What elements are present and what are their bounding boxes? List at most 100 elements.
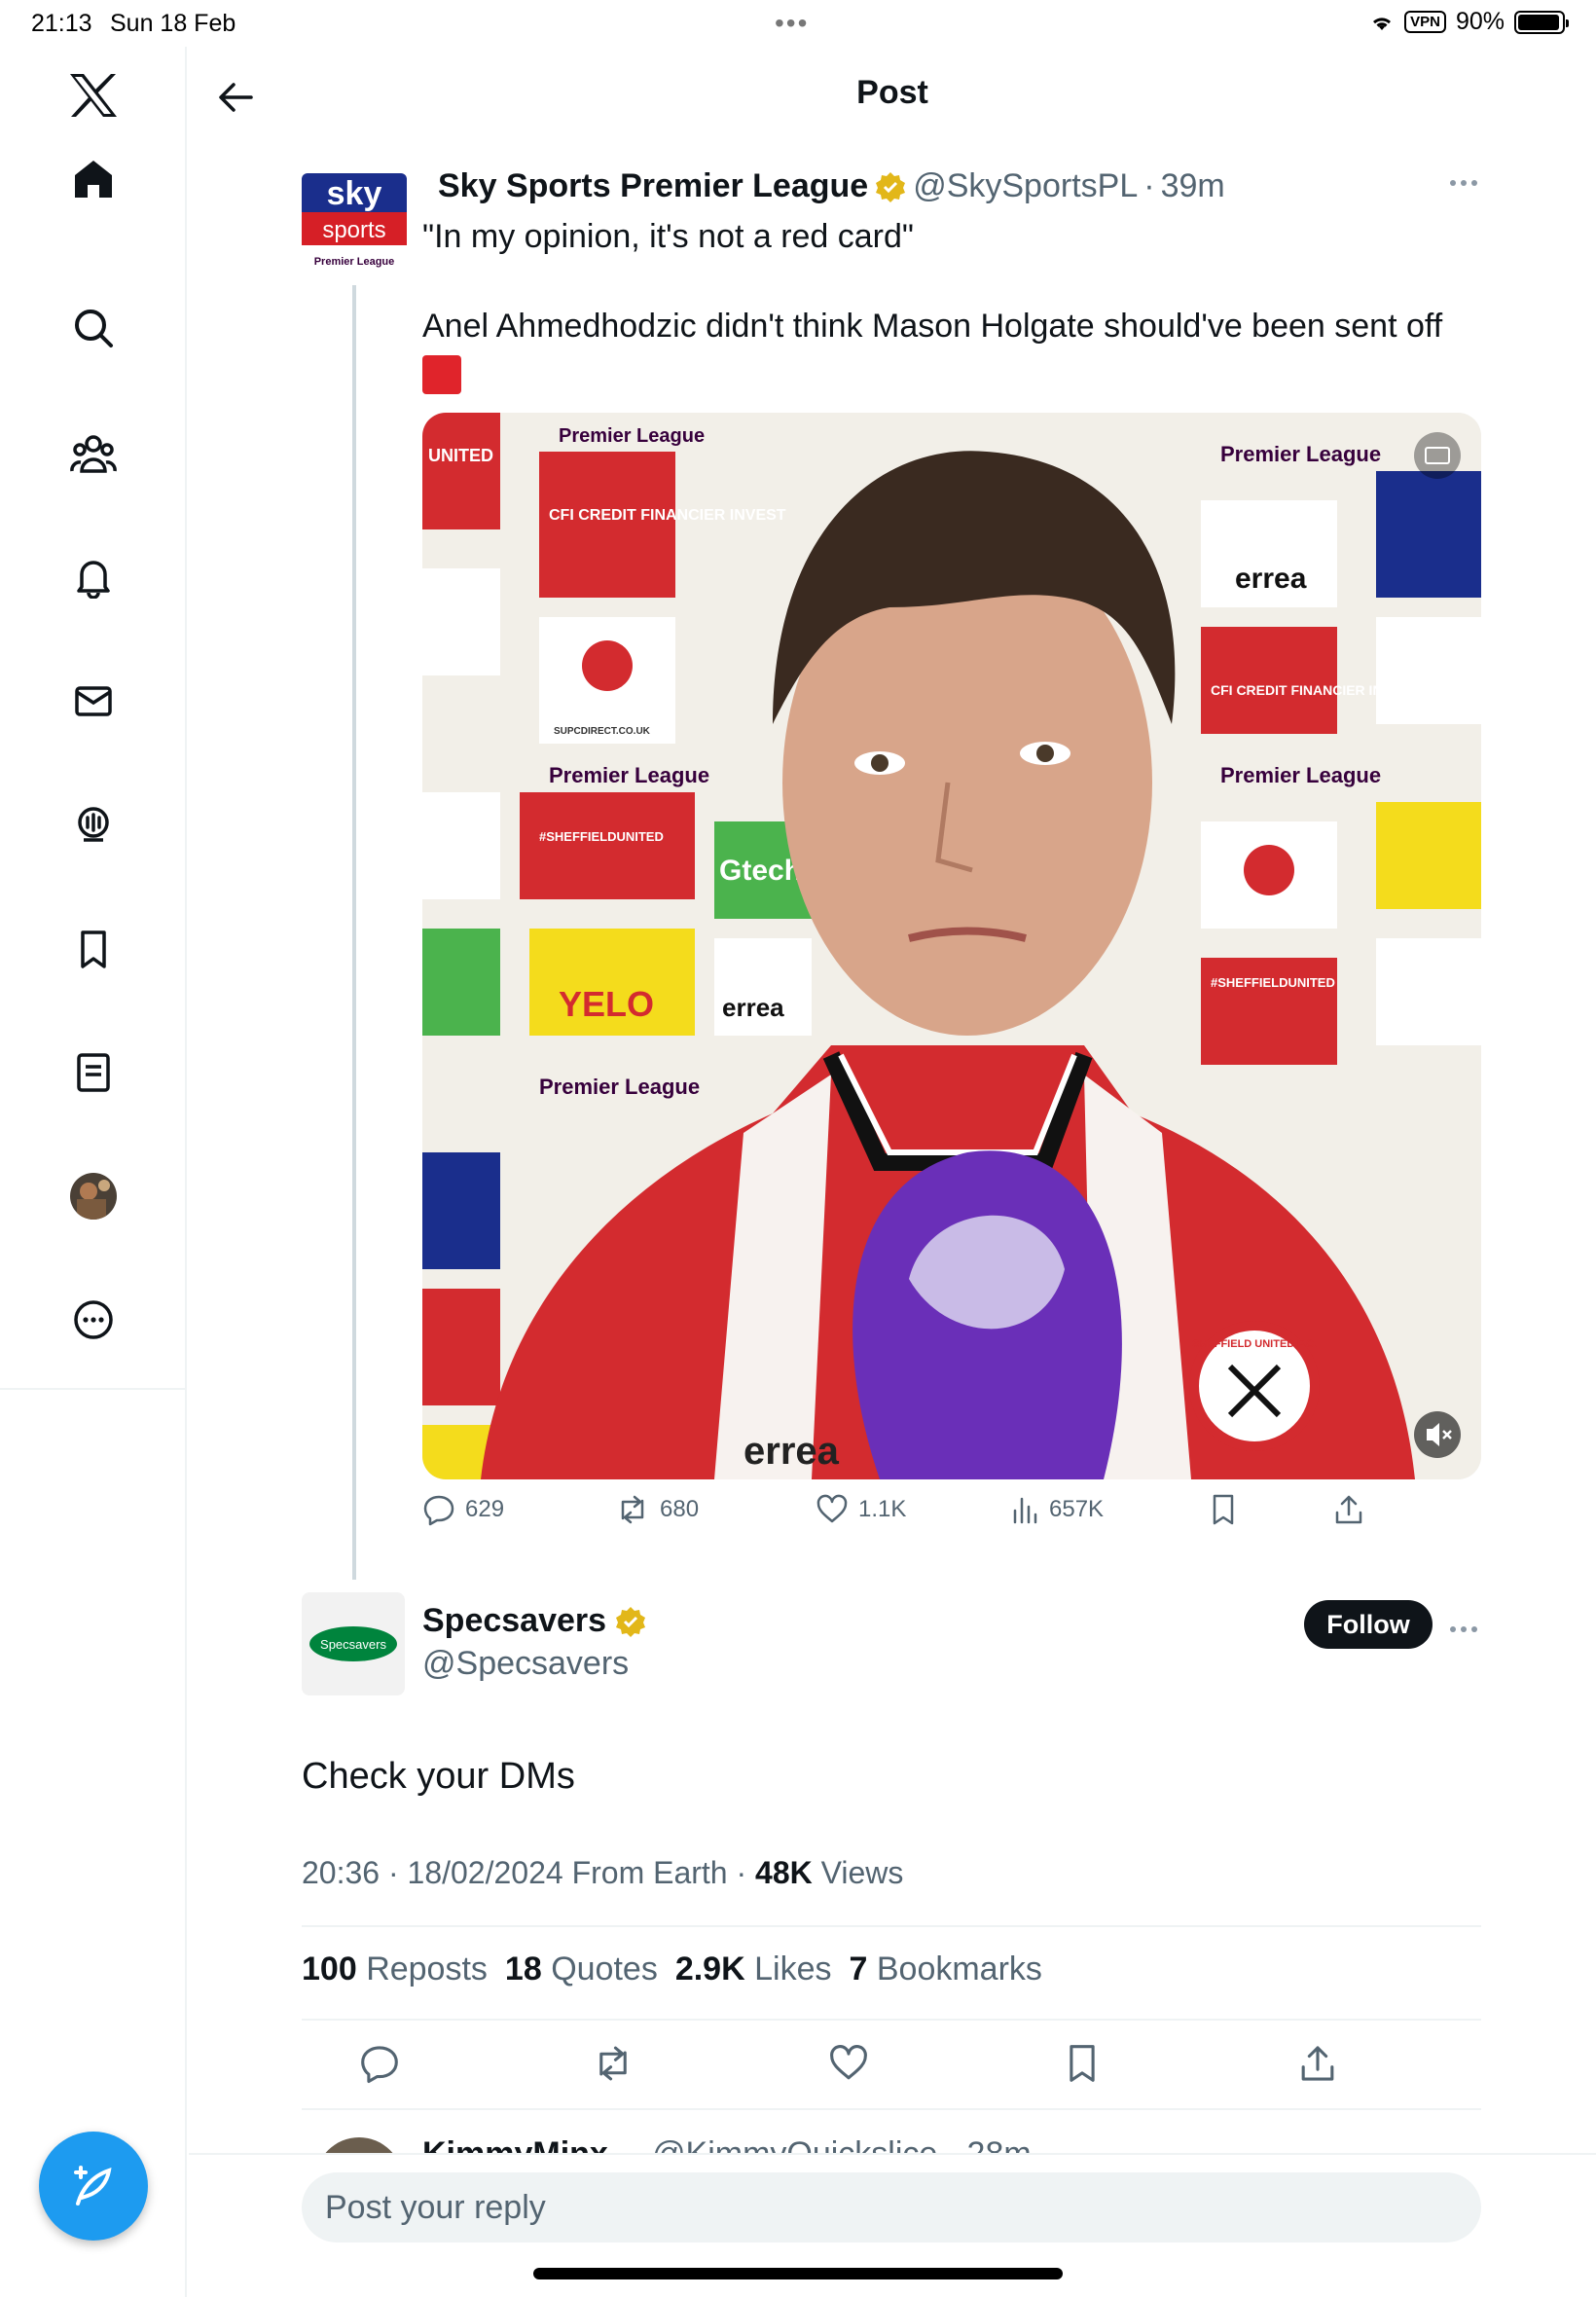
heart-icon [830, 2045, 867, 2080]
share-button[interactable] [1288, 2034, 1347, 2093]
bookmarks-stat[interactable]: 7 Bookmarks [849, 1951, 1041, 1988]
status-right: VPN 90% [1369, 8, 1569, 36]
communities-icon[interactable] [66, 426, 121, 481]
likes-stat[interactable]: 2.9K Likes [675, 1951, 832, 1988]
tweet2-author-name[interactable]: Specsavers [422, 1602, 606, 1640]
bookmarks-icon[interactable] [66, 922, 121, 976]
wifi-icon [1373, 17, 1392, 30]
repost-button[interactable]: 680 [615, 1493, 699, 1526]
board-supcdirect: SUPCDIRECT.CO.UK [554, 726, 651, 737]
thread-connector-line [352, 285, 356, 1580]
compose-post-button[interactable] [39, 2132, 148, 2241]
reply-input[interactable]: Post your reply [302, 2172, 1481, 2242]
tweet1-author-name[interactable]: Sky Sports Premier League [438, 167, 868, 205]
bookmark-button[interactable] [1053, 2034, 1111, 2093]
board-gtech: Gtech [719, 855, 802, 887]
specsavers-logo: Specsavers [309, 1626, 397, 1661]
next-reply-preview[interactable]: KimmyMinx @KimmyQuickslice · 28m [302, 2130, 1481, 2155]
video-frame: UNITED CFI CREDIT FINANCIER INVEST SUPCD… [422, 413, 1481, 1479]
reply-button[interactable]: 629 [422, 1493, 504, 1526]
board-yelo: YELO [559, 984, 654, 1024]
tweet1-line1: "In my opinion, it's not a red card" [422, 218, 914, 255]
divider [302, 1925, 1481, 1927]
tweet1-handle[interactable]: @SkySportsPL [913, 167, 1138, 205]
bookmark-icon [1070, 2045, 1095, 2082]
search-icon[interactable] [66, 301, 121, 355]
spaces-icon[interactable] [66, 797, 121, 852]
tweet2-meta: 20:36 · 18/02/2024 From Earth · 48K View… [302, 1855, 903, 1891]
tweet2-timestamp[interactable]: 20:36 · 18/02/2024 From Earth · [302, 1855, 755, 1890]
like-button[interactable]: 1.1K [816, 1493, 906, 1526]
post-header: Post [189, 47, 1596, 144]
avatar-sky-text: sky [327, 175, 382, 212]
home-indicator[interactable] [533, 2268, 1063, 2279]
messages-envelope-icon[interactable] [66, 674, 121, 728]
more-options-icon[interactable] [66, 1293, 121, 1347]
avatar-pl-text: Premier League [314, 256, 395, 268]
heart-icon [816, 1494, 848, 1523]
next-reply-author[interactable]: KimmyMinx [422, 2135, 608, 2155]
specsavers-avatar[interactable]: Specsavers [302, 1592, 405, 1695]
follow-button[interactable]: Follow [1304, 1600, 1433, 1649]
status-time: 21:13 [31, 10, 92, 37]
board-sheffieldunited-2: #SHEFFIELDUNITED [1211, 975, 1335, 990]
tweet1-more-icon[interactable] [1444, 173, 1483, 193]
tweet2-views-count: 48K [755, 1855, 813, 1890]
share-button[interactable] [1333, 1493, 1364, 1526]
tweet1-header: Sky Sports Premier League @SkySportsPL ·… [438, 167, 1225, 205]
sidebar-divider [0, 1388, 187, 1390]
board-errea-2: errea [1235, 563, 1307, 595]
multitasking-dots-icon[interactable]: ••• [775, 8, 809, 39]
reply-button[interactable] [350, 2034, 409, 2093]
board-premier-league-5: Premier League [1220, 763, 1381, 787]
reply-count: 629 [465, 1496, 505, 1522]
main-column: Post sky sports Premier League Sky Sport… [189, 47, 1596, 2297]
tweet2-handle[interactable]: @Specsavers [422, 1645, 629, 1683]
reply-icon [423, 1495, 454, 1526]
home-icon[interactable] [66, 152, 121, 206]
board-united: UNITED [428, 446, 493, 465]
tweet1-time[interactable]: 39m [1161, 167, 1225, 205]
tweet2-author: Specsavers [422, 1602, 647, 1640]
share-icon [1335, 1495, 1362, 1524]
verified-badge-icon [876, 171, 906, 202]
quotes-stat[interactable]: 18 Quotes [505, 1951, 658, 1988]
page-title: Post [856, 74, 928, 111]
shirt-errea-text: errea [744, 1430, 840, 1473]
notifications-bell-icon[interactable] [66, 550, 121, 604]
tweet1-video[interactable]: UNITED CFI CREDIT FINANCIER INVEST SUPCD… [422, 413, 1481, 1479]
sidebar [0, 47, 187, 2297]
tweet2-actions [302, 2034, 1481, 2093]
divider [302, 2019, 1481, 2021]
views-count: 657K [1049, 1496, 1105, 1522]
tweet2-body: Check your DMs [302, 1756, 575, 1797]
divider [302, 2108, 1481, 2110]
status-date: Sun 18 Feb [110, 10, 236, 37]
views-chart-icon [1013, 1497, 1037, 1524]
x-logo-icon[interactable] [66, 68, 121, 123]
sky-sports-avatar[interactable]: sky sports Premier League [302, 173, 407, 278]
tweet1-body: "In my opinion, it's not a red card" Ane… [422, 214, 1596, 395]
next-reply-handle[interactable]: @KimmyQuickslice · 28m [652, 2135, 1032, 2155]
status-bar: 21:13 Sun 18 Feb ••• VPN 90% [0, 0, 1596, 47]
vpn-badge: VPN [1404, 11, 1446, 33]
board-premier-league-1: Premier League [559, 425, 705, 447]
red-card-emoji [422, 355, 461, 395]
lists-icon[interactable] [66, 1045, 121, 1100]
profile-avatar[interactable] [66, 1169, 121, 1223]
views-button[interactable]: 657K [1010, 1493, 1104, 1526]
tweet1-line2: Anel Ahmedhodzic didn't think Mason Holg… [422, 308, 1443, 345]
board-premier-league-3: Premier League [539, 1075, 700, 1099]
like-count: 1.1K [858, 1496, 907, 1522]
reposts-stat[interactable]: 100 Reposts [302, 1951, 488, 1988]
compose-feather-icon [74, 2166, 112, 2206]
bookmark-icon [1213, 1494, 1234, 1525]
board-premier-league-2: Premier League [549, 763, 709, 787]
repost-count: 680 [660, 1496, 700, 1522]
like-button[interactable] [819, 2034, 878, 2093]
board-errea-1: errea [722, 993, 784, 1022]
bookmark-button[interactable] [1209, 1493, 1238, 1526]
tweet2-more-icon[interactable] [1444, 1620, 1483, 1639]
repost-button[interactable] [584, 2034, 642, 2093]
board-cfi-1: CFI CREDIT FINANCIER INVEST [549, 507, 786, 524]
